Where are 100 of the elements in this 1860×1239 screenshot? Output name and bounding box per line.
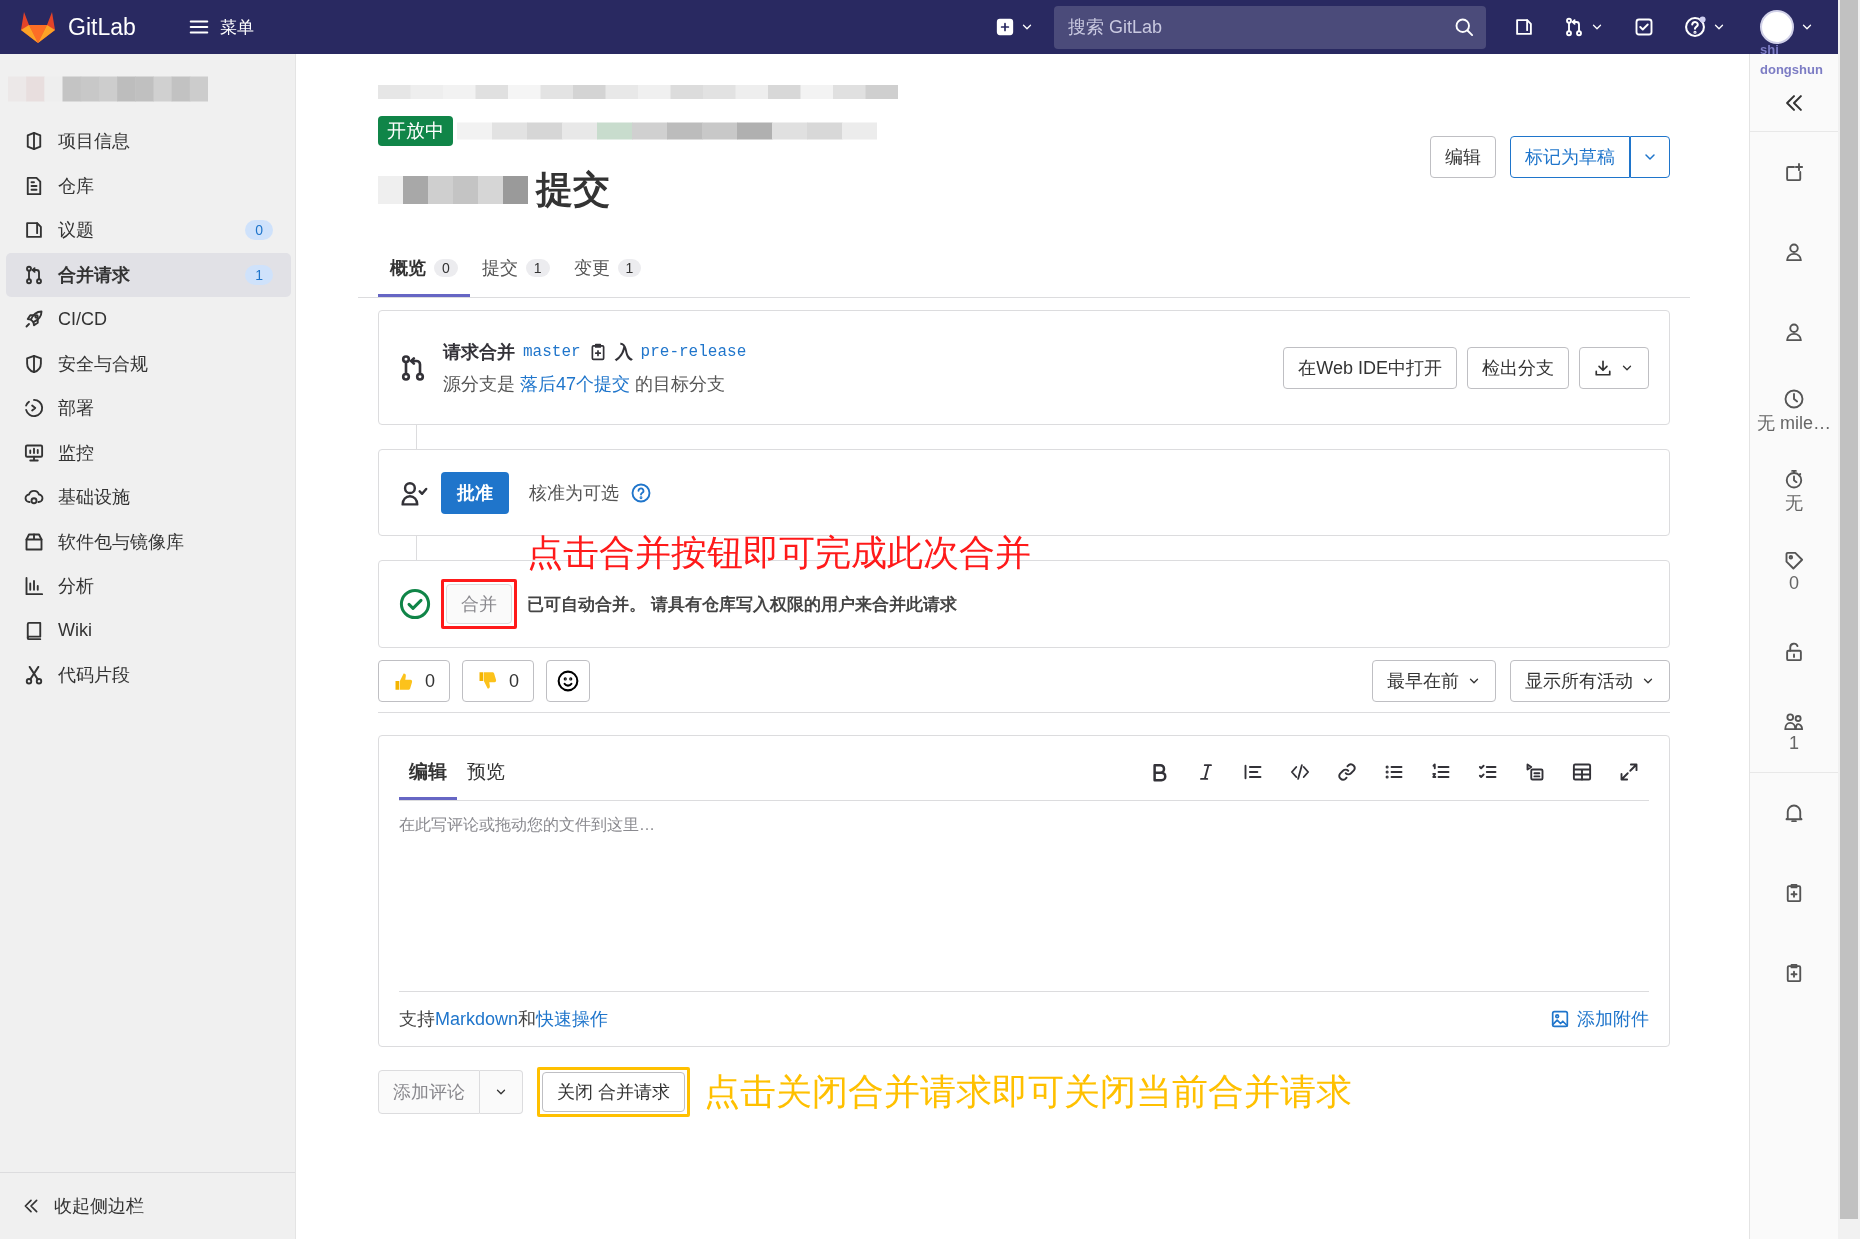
merge-request-icon [1564,17,1584,37]
sidebar-label: 安全与合规 [58,352,149,376]
sidebar-value: 无 [1785,492,1803,515]
scrollbar[interactable] [1838,0,1860,1239]
action-button[interactable]: 检出分支 [1467,346,1569,389]
smiley-icon [557,670,580,692]
sidebar-item[interactable]: 部署 [6,386,291,430]
merge-request-icon [399,353,427,382]
comment-editor[interactable]: 编辑 预览 在此写评论或拖动您的文件到这里… 支持Markdown和快速操作 添加附件 [378,735,1670,1047]
clock-icon[interactable] [1784,389,1804,409]
search-input[interactable]: 搜索 GitLab [1066,15,1454,39]
sidebar-item[interactable]: 软件包与镜像库 [6,519,291,564]
chart-icon [24,576,44,596]
merge-message: 已可自动合并。 请具有仓库写入权限的用户来合并此请求 [527,593,957,616]
edit-button[interactable]: 编辑 [1430,136,1496,178]
sidebar-item[interactable]: 代码片段 [6,653,291,697]
unlocked-icon[interactable] [1784,642,1804,662]
avatar[interactable] [1760,10,1794,44]
deploy-icon [24,398,44,418]
filter-dropdown[interactable]: 显示所有活动 [1510,660,1670,702]
sidebar-label: 软件包与镜像库 [58,530,185,554]
fullscreen-icon[interactable] [1619,762,1639,782]
sidebar-value: 0 [1789,572,1799,594]
help-link[interactable]: Markdown [435,1009,519,1029]
person-icon[interactable] [1784,322,1804,342]
attach-file-button[interactable]: 添加附件 [1551,1007,1649,1031]
tab[interactable]: 概览 0 [378,248,470,297]
person-icon[interactable] [1784,242,1804,262]
count-badge: 1 [525,259,550,277]
collapse-sidebar-button[interactable]: 收起侧边栏 [22,1194,144,1218]
sidebar-value: 无 mile… [1757,412,1831,435]
sidebar-item[interactable]: 监控 [6,430,291,475]
sidebar-item[interactable]: 安全与合规 [6,341,291,386]
count-badge: 0 [434,259,458,277]
sidebar-value: 1 [1789,732,1799,754]
sidebar-label: 分析 [58,575,95,598]
copy-icon[interactable] [1784,883,1804,903]
stopwatch-icon[interactable] [1784,469,1804,489]
help-icon [631,482,651,503]
sidebar-label: 议题 [58,219,95,242]
count-badge: 1 [245,264,273,285]
double-chevron-icon [22,1197,40,1215]
help-link[interactable]: 快速操作 [536,1009,609,1029]
code-icon[interactable] [1290,762,1310,782]
plus-icon [996,18,1014,36]
filter-dropdown[interactable]: 最早在前 [1372,660,1496,702]
mark-draft-button[interactable]: 标记为草稿 [1510,136,1630,178]
status-badge: 开放中 [378,116,453,146]
reaction-button[interactable]: 0 [378,660,450,702]
sidebar-item[interactable]: CI/CD [6,297,291,341]
branch-name[interactable]: pre-release [640,342,747,361]
sidebar-label: 部署 [58,397,95,420]
add-todo-icon[interactable] [1784,162,1804,182]
copy-icon[interactable] [1784,963,1804,983]
collapsible-icon[interactable] [1525,762,1545,782]
fox-logo-icon[interactable] [20,10,56,44]
approve-button[interactable]: 批准 [441,471,509,514]
branch-name[interactable]: master [523,342,581,361]
menu-button[interactable]: 菜单 [181,11,260,43]
search-field[interactable]: 搜索 GitLab [1054,5,1486,49]
search-icon [1454,17,1474,37]
reaction-button[interactable]: 0 [462,660,535,702]
thumbs-up-icon [393,671,413,691]
brand-name[interactable]: GitLab [68,13,136,41]
merge-label: 请求合并 [443,340,515,364]
sidebar-label: 监控 [58,441,95,465]
quote-icon[interactable] [1243,762,1263,782]
sidebar-label: 项目信息 [58,130,131,153]
tag-icon[interactable] [1784,550,1804,571]
sidebar-item[interactable]: 分析 [6,564,291,608]
help-icon [1684,16,1706,38]
dropdown-button[interactable] [1630,136,1670,178]
tab[interactable]: 提交 1 [469,248,562,297]
download-button[interactable] [1579,346,1649,389]
image-icon [1551,1010,1569,1028]
link-icon[interactable] [1337,762,1357,782]
editor-tab[interactable]: 预览 [457,759,515,800]
action-button[interactable]: 在Web IDE中打开 [1283,346,1457,389]
close-merge-request-button[interactable]: 关闭 合并请求 [542,1072,685,1112]
table-icon[interactable] [1572,762,1592,782]
sidebar-item[interactable]: 基础设施 [6,475,291,519]
sidebar-item[interactable]: 仓库 [6,163,291,208]
sidebar-item[interactable]: 合并请求 1 [6,252,291,297]
merge-request-icon [24,264,44,285]
commits-link[interactable]: 落后47个提交 [520,373,631,394]
book-icon [24,620,44,641]
branch-status-text: 源分支是 落后47个提交 的目标分支 [443,372,726,396]
people-icon[interactable] [1784,710,1804,731]
download-icon [1594,358,1612,377]
into-label: 入 [614,340,633,364]
package-icon [24,531,44,552]
count-badge: 1 [617,259,642,277]
emoji-button[interactable] [546,660,591,702]
sidebar-item[interactable]: 项目信息 [6,119,291,163]
sidebar-item[interactable]: 议题 0 [6,208,291,252]
sidebar-item[interactable]: Wiki [6,608,291,653]
bell-icon[interactable] [1784,803,1804,823]
monitor-icon [24,442,44,463]
issue-icon [1514,17,1534,37]
tab[interactable]: 变更 1 [561,248,654,297]
